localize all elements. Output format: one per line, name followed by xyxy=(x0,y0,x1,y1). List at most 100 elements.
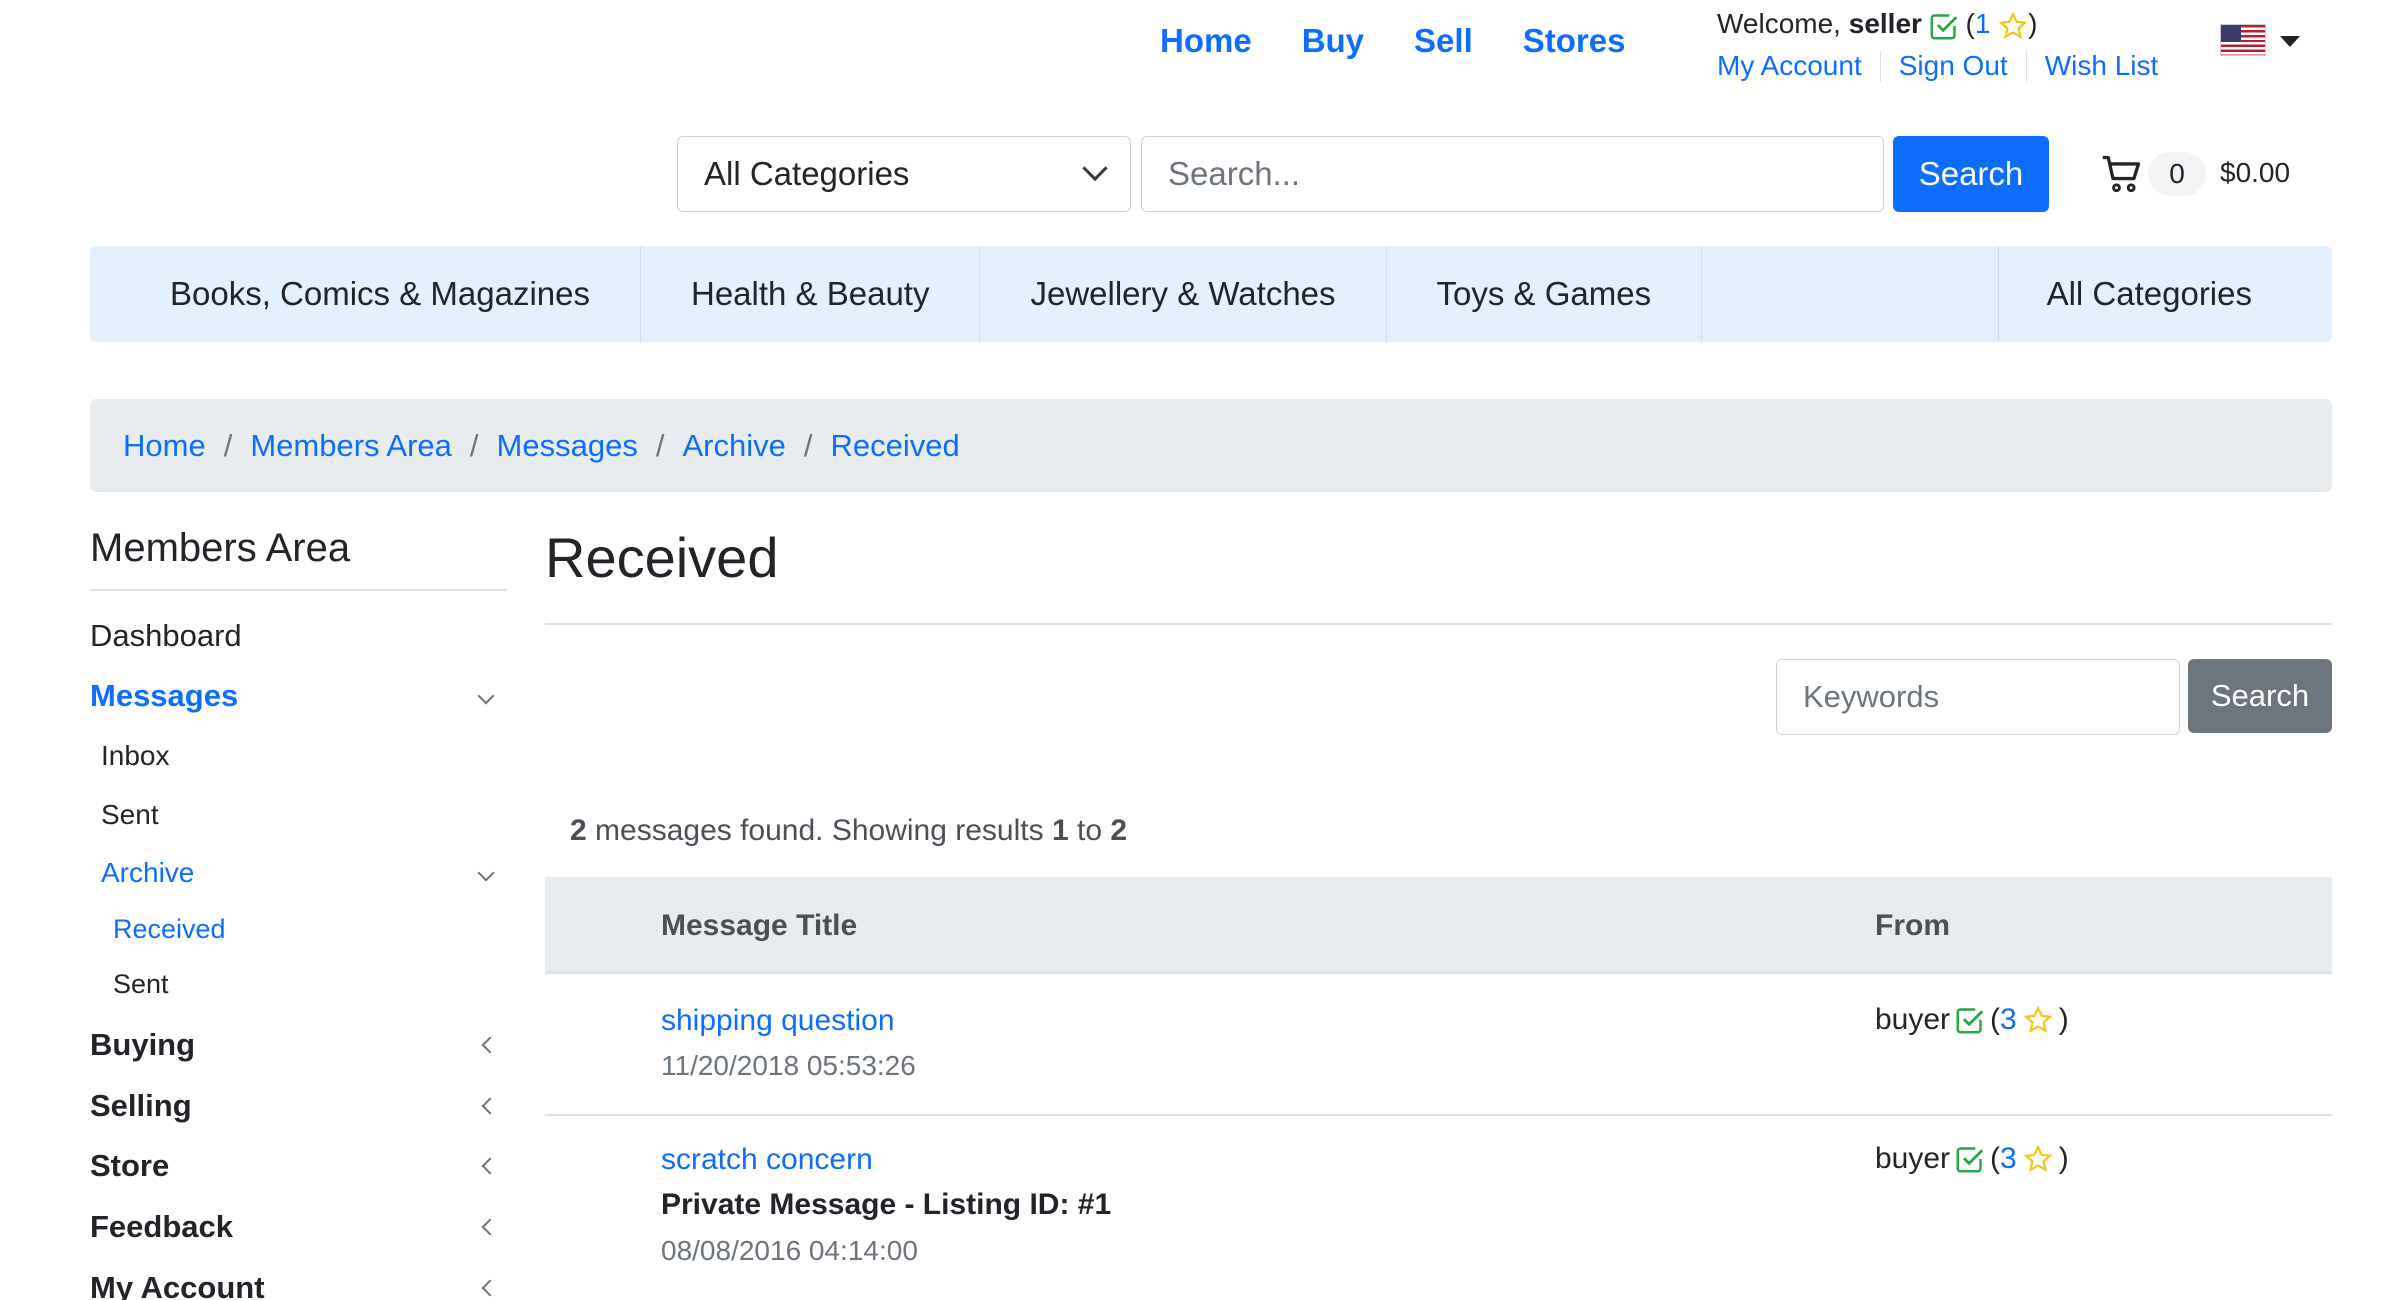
chevron-left-icon xyxy=(481,1036,499,1054)
username: seller xyxy=(1848,8,1922,39)
results-to: 2 xyxy=(1110,814,1128,847)
rating-open: ( xyxy=(1990,1003,2001,1036)
sidebar-item-feedback[interactable]: Feedback xyxy=(90,1209,499,1245)
us-flag-icon[interactable] xyxy=(2220,24,2266,56)
results-text: messages found. Showing results xyxy=(595,814,1044,847)
rating-close: ) xyxy=(2058,1003,2069,1036)
keywords-input[interactable]: Keywords xyxy=(1776,659,2180,735)
keywords-search-button[interactable]: Search xyxy=(2188,659,2332,733)
message-title-link[interactable]: shipping question xyxy=(661,1004,895,1038)
sidebar-item-dashboard[interactable]: Dashboard xyxy=(90,618,498,654)
user-rating-count[interactable]: 1 xyxy=(1975,8,1991,39)
sidebar-divider xyxy=(90,589,507,591)
check-square-icon xyxy=(1930,13,1957,40)
message-from: buyer (3 ) xyxy=(1875,1142,2069,1176)
sidebar-item-label: Buying xyxy=(90,1027,196,1062)
rating-wrapper: (3 xyxy=(1990,1003,2017,1037)
welcome-prefix: Welcome, xyxy=(1717,8,1841,39)
sidebar-item-messages[interactable]: Messages xyxy=(90,678,498,714)
results-to-word: to xyxy=(1077,814,1103,847)
sidebar-item-label: Messages xyxy=(90,678,239,713)
from-rating-count[interactable]: 3 xyxy=(2000,1003,2017,1036)
search-placeholder: Search... xyxy=(1168,155,1301,192)
chevron-down-icon xyxy=(477,864,495,882)
sidebar-item-selling[interactable]: Selling xyxy=(90,1088,499,1124)
sidebar-item-label: Archive xyxy=(101,857,195,888)
chevron-left-icon xyxy=(481,1218,499,1236)
breadcrumb-received[interactable]: Received xyxy=(830,428,959,464)
sidebar-item-label: Feedback xyxy=(90,1209,234,1244)
sidebar-item-inbox[interactable]: Inbox xyxy=(101,740,498,772)
category-toys[interactable]: Toys & Games xyxy=(1387,246,1703,342)
sidebar-item-label: Sent xyxy=(101,799,159,830)
title-divider xyxy=(545,623,2332,625)
nav-buy-link[interactable]: Buy xyxy=(1302,22,1364,60)
results-count: 2 xyxy=(570,814,587,847)
category-select[interactable]: All Categories xyxy=(677,136,1131,212)
chevron-down-icon xyxy=(477,687,495,705)
rating-close: ) xyxy=(2058,1142,2069,1175)
message-date: 11/20/2018 05:53:26 xyxy=(661,1050,916,1081)
breadcrumb-messages[interactable]: Messages xyxy=(497,428,638,464)
category-health[interactable]: Health & Beauty xyxy=(641,246,981,342)
rating-close: ) xyxy=(2028,8,2038,39)
message-title-link[interactable]: scratch concern xyxy=(661,1143,873,1177)
search-input[interactable]: Search... xyxy=(1141,136,1884,212)
wish-list-link[interactable]: Wish List xyxy=(2025,50,2177,82)
sidebar-item-my-account[interactable]: My Account xyxy=(90,1270,499,1300)
category-all[interactable]: All Categories xyxy=(1999,246,2332,342)
sidebar-item-label: Received xyxy=(113,914,226,944)
sidebar-item-sent[interactable]: Sent xyxy=(101,799,498,831)
sign-out-link[interactable]: Sign Out xyxy=(1879,50,2026,82)
category-bar-spacer xyxy=(1702,246,1999,342)
breadcrumb-separator: / xyxy=(803,427,813,463)
sidebar-item-label: Selling xyxy=(90,1088,192,1123)
chevron-left-icon xyxy=(481,1157,499,1175)
cart-total[interactable]: $0.00 xyxy=(2220,157,2290,189)
category-books[interactable]: Books, Comics & Magazines xyxy=(90,246,641,342)
row-divider xyxy=(545,1114,2332,1116)
from-rating-count[interactable]: 3 xyxy=(2000,1142,2017,1175)
message-subtitle: Private Message - Listing ID: #1 xyxy=(661,1188,1112,1221)
my-account-link[interactable]: My Account xyxy=(1717,50,1880,82)
sidebar-item-label: Sent xyxy=(113,969,169,999)
top-nav: Home Buy Sell Stores xyxy=(1160,22,1625,60)
check-square-icon xyxy=(1956,1008,1984,1034)
nav-stores-link[interactable]: Stores xyxy=(1523,22,1626,60)
nav-home-link[interactable]: Home xyxy=(1160,22,1252,60)
page-title: Received xyxy=(545,526,779,589)
from-username[interactable]: buyer xyxy=(1875,1142,1950,1176)
welcome-text: Welcome, seller (1 ) xyxy=(1717,8,2038,41)
search-button[interactable]: Search xyxy=(1893,136,2049,212)
account-links: My Account Sign Out Wish List xyxy=(1717,50,2176,82)
sidebar-item-label: Dashboard xyxy=(90,618,242,653)
star-icon xyxy=(1998,11,2028,39)
message-from: buyer (3 ) xyxy=(1875,1003,2069,1037)
check-square-icon xyxy=(1956,1147,1984,1173)
chevron-left-icon xyxy=(481,1097,499,1115)
results-from: 1 xyxy=(1051,814,1069,847)
category-jewellery[interactable]: Jewellery & Watches xyxy=(980,246,1387,342)
column-header-title[interactable]: Message Title xyxy=(661,909,857,943)
sidebar-item-label: Inbox xyxy=(101,740,170,771)
cart-icon[interactable] xyxy=(2100,152,2144,196)
star-icon xyxy=(2023,1005,2053,1033)
sidebar-item-buying[interactable]: Buying xyxy=(90,1027,499,1063)
caret-down-icon[interactable] xyxy=(2280,36,2300,47)
breadcrumb: Home / Members Area / Messages / Archive… xyxy=(90,399,2332,492)
rating-wrapper: (3 xyxy=(1990,1142,2017,1176)
nav-sell-link[interactable]: Sell xyxy=(1414,22,1473,60)
breadcrumb-home[interactable]: Home xyxy=(123,428,206,464)
column-header-from[interactable]: From xyxy=(1875,909,1950,943)
category-select-value: All Categories xyxy=(704,155,910,192)
cart-count-badge[interactable]: 0 xyxy=(2148,152,2206,196)
sidebar-item-store[interactable]: Store xyxy=(90,1148,499,1184)
breadcrumb-separator: / xyxy=(655,427,665,463)
sidebar-item-archive-received[interactable]: Received xyxy=(113,914,498,945)
breadcrumb-archive[interactable]: Archive xyxy=(682,428,785,464)
breadcrumb-members-area[interactable]: Members Area xyxy=(250,428,452,464)
sidebar-item-archive[interactable]: Archive xyxy=(101,857,498,889)
from-username[interactable]: buyer xyxy=(1875,1003,1950,1037)
keywords-placeholder: Keywords xyxy=(1803,679,1940,714)
sidebar-item-archive-sent[interactable]: Sent xyxy=(113,969,498,1000)
